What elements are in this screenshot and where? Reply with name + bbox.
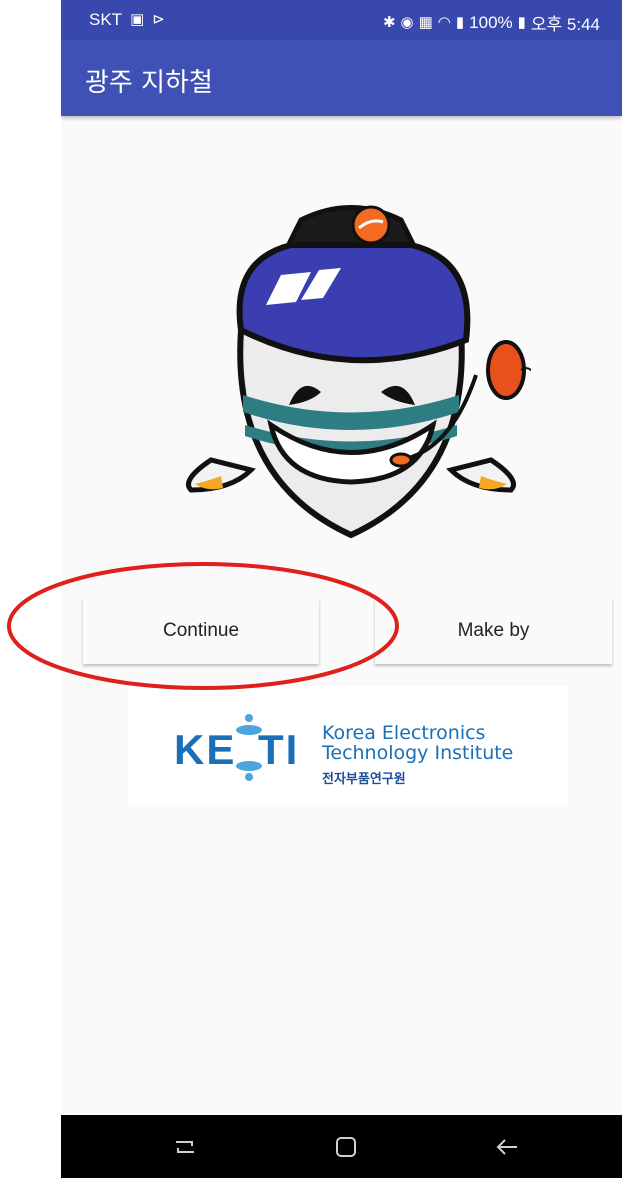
phone-screen: SKT ▣ ⊳ ✱ ◉ ▦ ◠ ▮ 100% ▮ 오후 5:44 광주 지하철 (61, 0, 622, 1178)
keti-name-korean: 전자부품연구원 (322, 772, 406, 787)
gallery-notification-icon: ▣ (130, 11, 145, 28)
status-right: ✱ ◉ ▦ ◠ ▮ 100% ▮ 오후 5:44 (383, 10, 600, 35)
battery-percent: 100% (469, 12, 513, 32)
recent-apps-icon[interactable] (170, 1132, 200, 1162)
continue-button[interactable]: Continue (83, 598, 319, 664)
app-bar: 광주 지하철 (61, 40, 622, 116)
keti-logo: KE TI Korea Electronics Technology Insti… (128, 686, 568, 804)
keti-name-line-2: Technology Institute (322, 742, 514, 764)
media-notification-icon: ⊳ (152, 11, 165, 28)
hd-voice-icon: ▦ (418, 13, 433, 31)
carrier-label: SKT (89, 10, 123, 29)
keti-name-line-1: Korea Electronics (322, 722, 486, 744)
bluetooth-icon: ✱ (382, 13, 396, 31)
home-icon[interactable] (331, 1132, 361, 1162)
keti-mark-text: KE (174, 726, 236, 773)
signal-icon: ▮ (455, 13, 465, 31)
subway-mascot-image (186, 205, 531, 539)
app-title: 광주 지하철 (85, 68, 213, 98)
wifi-icon: ◠ (437, 13, 451, 31)
battery-icon: ▮ (517, 13, 526, 31)
make-by-button[interactable]: Make by (375, 598, 612, 664)
navigation-bar (61, 1115, 622, 1178)
status-bar: SKT ▣ ⊳ ✱ ◉ ▦ ◠ ▮ 100% ▮ 오후 5:44 (61, 0, 622, 40)
status-left: SKT ▣ ⊳ (89, 10, 165, 30)
clock: 오후 5:44 (530, 15, 600, 34)
keti-mark-image: KE TI (174, 714, 299, 781)
back-icon[interactable] (493, 1132, 523, 1162)
alarm-icon: ◉ (400, 13, 414, 31)
keti-mark-text-2: TI (258, 726, 299, 773)
